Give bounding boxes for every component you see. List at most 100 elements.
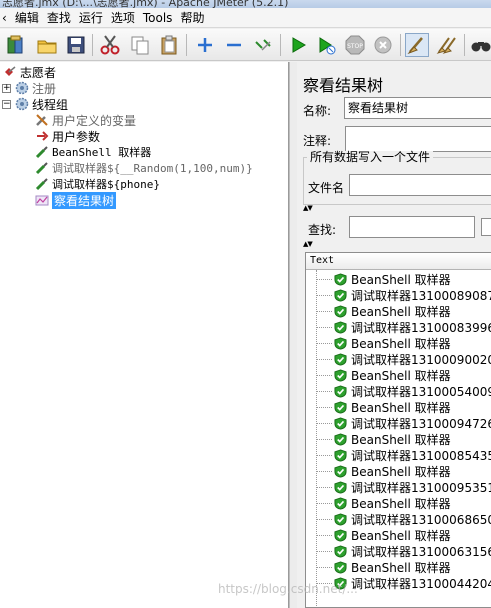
- split-arrows-icon[interactable]: ▲▼: [303, 204, 313, 212]
- result-label: 调试取样器13100090020: [351, 352, 491, 367]
- tree-node-user-params[interactable]: 用户参数: [34, 128, 100, 144]
- toolbar-separator: [464, 34, 465, 56]
- copy-icon[interactable]: [128, 33, 152, 57]
- filename-input[interactable]: [349, 174, 491, 196]
- tree-node-udv[interactable]: 用户定义的变量: [34, 112, 136, 128]
- success-check-icon: [334, 272, 347, 286]
- result-item[interactable]: BeanShell 取样器: [306, 527, 451, 543]
- tree-node-label: 用户参数: [52, 129, 101, 144]
- tree-node-root[interactable]: 志愿者: [2, 64, 56, 80]
- save-icon[interactable]: [64, 33, 88, 57]
- menu-edit[interactable]: 编辑: [11, 8, 43, 28]
- menu-run[interactable]: 运行: [75, 8, 107, 28]
- result-item[interactable]: 调试取样器13100090020: [306, 351, 491, 367]
- sampler-pipette-icon: [34, 144, 50, 160]
- success-check-icon: [334, 448, 347, 462]
- result-item[interactable]: 调试取样器13100083996: [306, 319, 491, 335]
- search-binoculars-icon[interactable]: [469, 33, 491, 57]
- name-input[interactable]: 察看结果树: [344, 97, 491, 119]
- tree-node-view-results-tree[interactable]: 察看结果树: [34, 191, 117, 209]
- result-item[interactable]: BeanShell 取样器: [306, 335, 451, 351]
- tree-node-beanshell[interactable]: BeanShell 取样器: [34, 144, 151, 160]
- result-label: 调试取样器13100095351: [351, 480, 491, 495]
- menu-file-partial[interactable]: ‹: [0, 8, 11, 28]
- result-item[interactable]: 调试取样器13100094726: [306, 415, 491, 431]
- result-item[interactable]: BeanShell 取样器: [306, 431, 451, 447]
- expand-plus-icon[interactable]: [193, 33, 217, 57]
- thread-group-gear-icon: [14, 80, 30, 96]
- menu-tools[interactable]: Tools: [139, 8, 177, 28]
- stop-icon[interactable]: STOP: [343, 33, 367, 57]
- paste-icon[interactable]: [157, 33, 181, 57]
- tree-connector: [316, 438, 332, 440]
- comment-label: 注释:: [303, 134, 332, 148]
- clear-all-icon[interactable]: [435, 33, 459, 57]
- result-item[interactable]: BeanShell 取样器: [306, 463, 451, 479]
- tree-node-thread-group[interactable]: 线程组: [14, 96, 68, 112]
- result-item[interactable]: 调试取样器13100068650: [306, 511, 491, 527]
- split-pane-divider[interactable]: [289, 62, 297, 608]
- tree-node-label: 调试取样器${phone}: [52, 178, 160, 191]
- result-item[interactable]: 调试取样器13100085435: [306, 447, 491, 463]
- menu-options[interactable]: 选项: [107, 8, 139, 28]
- start-icon[interactable]: [286, 33, 310, 57]
- search-input[interactable]: [349, 216, 475, 238]
- collapse-minus-icon[interactable]: [222, 33, 246, 57]
- split-arrows-icon[interactable]: ▲▼: [303, 240, 313, 248]
- tree-node-label: 线程组: [32, 97, 69, 112]
- tree-connector: [316, 470, 332, 472]
- shutdown-icon[interactable]: [371, 33, 395, 57]
- tree-node-zhuce[interactable]: 注册: [14, 80, 56, 96]
- expand-toggle[interactable]: +: [2, 84, 11, 93]
- result-item[interactable]: 调试取样器13100054009: [306, 383, 491, 399]
- listener-graph-icon: [34, 192, 50, 208]
- tree-connector: [316, 566, 332, 568]
- result-item[interactable]: BeanShell 取样器: [306, 271, 451, 287]
- toolbar-separator: [186, 34, 187, 56]
- success-check-icon: [334, 528, 347, 542]
- success-check-icon: [334, 560, 347, 574]
- result-label: BeanShell 取样器: [351, 560, 451, 575]
- tree-node-label: 用户定义的变量: [52, 113, 137, 128]
- sampler-pipette-icon: [34, 176, 50, 192]
- menu-search[interactable]: 查找: [43, 8, 75, 28]
- clear-icon[interactable]: [405, 33, 429, 57]
- preprocessor-arrow-icon: [34, 128, 50, 144]
- result-item[interactable]: BeanShell 取样器: [306, 559, 451, 575]
- result-item[interactable]: BeanShell 取样器: [306, 367, 451, 383]
- open-folder-icon[interactable]: [35, 33, 59, 57]
- tree-connector: [316, 278, 332, 280]
- result-item[interactable]: 调试取样器13100095351: [306, 479, 491, 495]
- comment-input[interactable]: [345, 126, 491, 152]
- result-label: BeanShell 取样器: [351, 496, 451, 511]
- success-check-icon: [334, 480, 347, 494]
- result-item[interactable]: 调试取样器13100089087: [306, 287, 491, 303]
- menu-help[interactable]: 帮助: [176, 8, 208, 28]
- panel-title: 察看结果树: [303, 76, 384, 95]
- result-item[interactable]: BeanShell 取样器: [306, 399, 451, 415]
- success-check-icon: [334, 384, 347, 398]
- tree-node-label: 察看结果树: [52, 191, 117, 209]
- tree-connector: [316, 518, 332, 520]
- result-item[interactable]: 调试取样器13100063156: [306, 543, 491, 559]
- search-option-checkbox[interactable]: [481, 218, 491, 236]
- success-check-icon: [334, 544, 347, 558]
- toggle-icon[interactable]: [251, 33, 275, 57]
- tree-node-debug-random[interactable]: 调试取样器${__Random(1,100,num)}: [34, 160, 253, 176]
- cut-icon[interactable]: [98, 33, 122, 57]
- collapse-toggle[interactable]: −: [2, 100, 11, 109]
- result-item[interactable]: BeanShell 取样器: [306, 303, 451, 319]
- menu-bar: ‹ 编辑 查找 运行 选项 Tools 帮助: [0, 8, 491, 28]
- templates-icon[interactable]: [4, 33, 28, 57]
- tree-node-debug-phone[interactable]: 调试取样器${phone}: [34, 176, 160, 192]
- result-item[interactable]: BeanShell 取样器: [306, 495, 451, 511]
- start-no-pauses-icon[interactable]: [314, 33, 338, 57]
- watermark-text: https://blog.csdn.net/...: [218, 582, 358, 596]
- success-check-icon: [334, 336, 347, 350]
- success-check-icon: [334, 464, 347, 478]
- toolbar: STOP: [0, 29, 491, 61]
- results-column-header[interactable]: Text: [306, 253, 491, 270]
- tree-connector: [316, 550, 332, 552]
- success-check-icon: [334, 288, 347, 302]
- toolbar-separator: [280, 34, 281, 56]
